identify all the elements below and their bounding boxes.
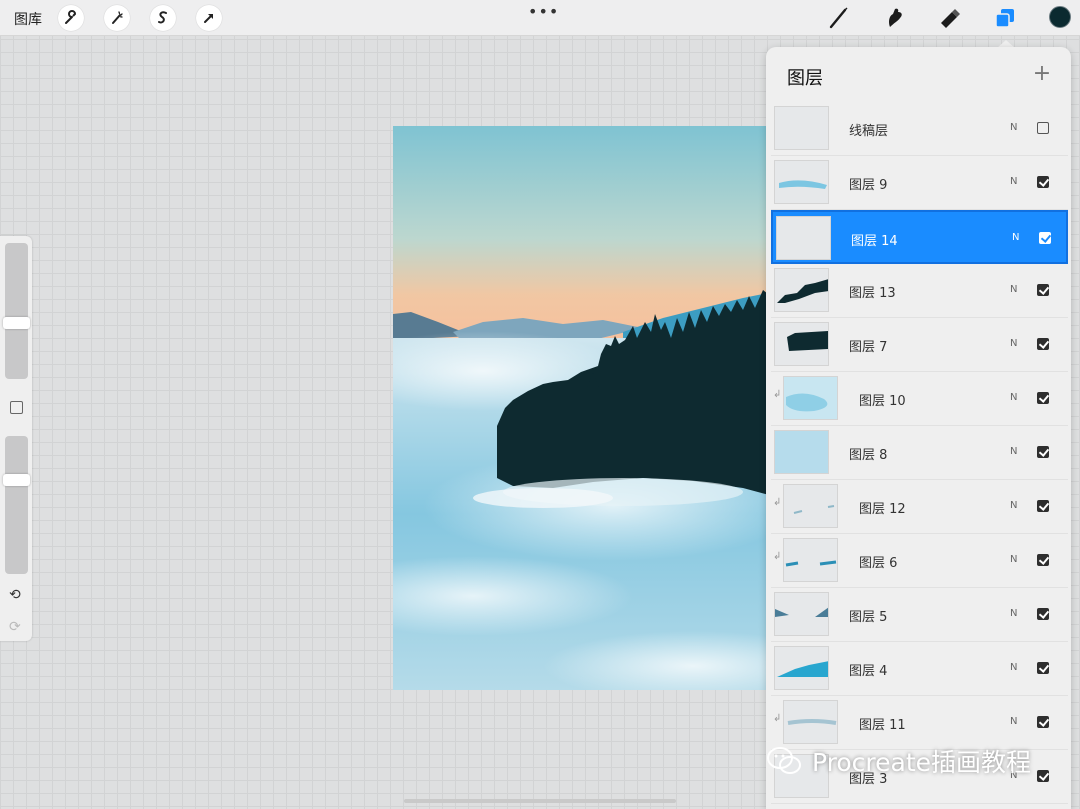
layer-thumbnail[interactable] <box>774 106 829 150</box>
layer-name: 图层 11 <box>859 718 906 733</box>
layer-name: 线稿层 <box>849 124 889 139</box>
layer-name: 图层 13 <box>849 286 896 301</box>
layer-row[interactable]: ↲ 图层 10 N <box>771 372 1068 426</box>
layer-thumbnail[interactable] <box>783 376 838 420</box>
layer-thumbnail[interactable] <box>774 646 829 690</box>
blend-mode-button[interactable]: N <box>1010 716 1017 727</box>
layer-name: 图层 9 <box>849 178 888 193</box>
layers-icon[interactable] <box>993 6 1017 30</box>
blend-mode-button[interactable]: N <box>1012 232 1019 243</box>
layer-name: 图层 4 <box>849 664 888 679</box>
blend-mode-button[interactable]: N <box>1010 392 1017 403</box>
layer-name: 图层 8 <box>849 448 888 463</box>
brush-size-handle[interactable] <box>3 317 30 330</box>
magic-wand-icon <box>112 11 123 24</box>
layer-thumbnail[interactable] <box>783 484 838 528</box>
layer-name: 图层 7 <box>849 340 888 355</box>
blend-mode-button[interactable]: N <box>1010 608 1017 619</box>
clipping-mask-icon: ↲ <box>773 389 782 400</box>
layer-thumbnail[interactable] <box>774 268 829 312</box>
drawing-canvas[interactable] <box>393 126 773 690</box>
layer-thumbnail[interactable] <box>774 160 829 204</box>
watermark: Procreate插画教程 <box>766 743 1031 779</box>
layer-visibility-checkbox[interactable] <box>1037 392 1049 404</box>
layer-row[interactable]: 图层 7 N <box>771 318 1068 372</box>
layer-row[interactable]: ↲ 图层 11 N <box>771 696 1068 750</box>
layer-row[interactable]: 图层 9 N <box>771 156 1068 210</box>
layer-thumbnail[interactable] <box>783 538 838 582</box>
artwork-illustration <box>393 126 773 690</box>
blend-mode-button[interactable]: N <box>1010 122 1017 133</box>
eraser-icon[interactable] <box>938 6 962 30</box>
layer-visibility-checkbox[interactable] <box>1037 500 1049 512</box>
layer-name: 图层 5 <box>849 610 888 625</box>
undo-icon[interactable]: ⟲ <box>9 587 21 603</box>
layer-visibility-checkbox[interactable] <box>1039 232 1051 244</box>
layer-name: 图层 6 <box>859 556 898 571</box>
selection-button[interactable] <box>150 5 176 31</box>
blend-mode-button[interactable]: N <box>1010 500 1017 511</box>
selection-icon <box>158 11 167 24</box>
blend-mode-button[interactable]: N <box>1010 446 1017 457</box>
layer-row[interactable]: 图层 5 N <box>771 588 1068 642</box>
opacity-handle[interactable] <box>3 473 30 486</box>
modify-button[interactable] <box>10 401 23 414</box>
layer-visibility-checkbox[interactable] <box>1037 554 1049 566</box>
layer-row[interactable]: 线稿层 N <box>771 102 1068 156</box>
layer-row[interactable]: 图层 14 N <box>771 210 1068 264</box>
layer-visibility-checkbox[interactable] <box>1037 770 1049 782</box>
home-indicator <box>404 799 676 803</box>
left-sidebar <box>0 236 32 641</box>
layer-visibility-checkbox[interactable] <box>1037 122 1049 134</box>
layers-panel-title: 图层 <box>787 68 823 89</box>
layer-thumbnail[interactable] <box>774 592 829 636</box>
layers-panel: 图层 + 线稿层 N 图层 9 N 图层 14 N 图层 13 N 图层 7 N ↲ 图层 10 N 图层… <box>766 47 1071 809</box>
blend-mode-button[interactable]: N <box>1010 338 1017 349</box>
layer-row[interactable]: 图层 13 N <box>771 264 1068 318</box>
clipping-mask-icon: ↲ <box>773 497 782 508</box>
brush-size-slider[interactable] <box>5 243 28 379</box>
top-toolbar: 图库 ••• <box>0 0 1080 36</box>
layer-row[interactable]: 图层 4 N <box>771 642 1068 696</box>
brush-icon[interactable] <box>827 6 851 30</box>
layer-row[interactable]: ↲ 图层 6 N <box>771 534 1068 588</box>
layer-thumbnail[interactable] <box>774 322 829 366</box>
more-options-icon[interactable]: ••• <box>528 2 559 21</box>
smudge-icon[interactable] <box>883 6 907 30</box>
layer-visibility-checkbox[interactable] <box>1037 608 1049 620</box>
wrench-icon <box>65 10 77 24</box>
watermark-text: Procreate插画教程 <box>812 748 1032 777</box>
layer-row[interactable]: 图层 8 N <box>771 426 1068 480</box>
layer-thumbnail[interactable] <box>776 216 831 260</box>
blend-mode-button[interactable]: N <box>1010 662 1017 673</box>
layer-visibility-checkbox[interactable] <box>1037 446 1049 458</box>
layer-visibility-checkbox[interactable] <box>1037 338 1049 350</box>
add-layer-button[interactable]: + <box>1032 61 1052 86</box>
layer-visibility-checkbox[interactable] <box>1037 176 1049 188</box>
layer-name: 图层 10 <box>859 394 906 409</box>
layer-thumbnail[interactable] <box>783 700 838 744</box>
blend-mode-button[interactable]: N <box>1010 176 1017 187</box>
layer-thumbnail[interactable] <box>774 430 829 474</box>
transform-button[interactable] <box>196 5 222 31</box>
clipping-mask-icon: ↲ <box>773 713 782 724</box>
adjustments-button[interactable] <box>104 5 130 31</box>
actions-button[interactable] <box>58 5 84 31</box>
redo-icon[interactable]: ⟳ <box>9 619 21 635</box>
blend-mode-button[interactable]: N <box>1010 554 1017 565</box>
opacity-slider[interactable] <box>5 436 28 574</box>
gallery-button[interactable]: 图库 <box>14 9 42 29</box>
transform-arrow-icon <box>204 14 213 23</box>
layer-visibility-checkbox[interactable] <box>1037 662 1049 674</box>
layer-name: 图层 12 <box>859 502 906 517</box>
layer-row[interactable]: ↲ 图层 12 N <box>771 480 1068 534</box>
layers-list: 线稿层 N 图层 9 N 图层 14 N 图层 13 N 图层 7 N ↲ 图层 10 N 图层 8 N ↲ 图… <box>771 102 1068 804</box>
layer-name: 图层 14 <box>851 234 898 249</box>
blend-mode-button[interactable]: N <box>1010 284 1017 295</box>
layer-visibility-checkbox[interactable] <box>1037 284 1049 296</box>
wechat-icon <box>767 747 801 774</box>
layer-visibility-checkbox[interactable] <box>1037 716 1049 728</box>
clipping-mask-icon: ↲ <box>773 551 782 562</box>
color-picker-button[interactable] <box>1049 6 1071 28</box>
